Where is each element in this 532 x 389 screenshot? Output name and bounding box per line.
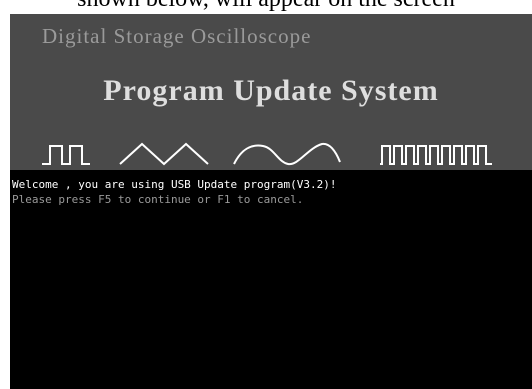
instruction-message: Please press F5 to continue or F1 to can…	[12, 193, 304, 206]
waveform-banner	[42, 142, 492, 166]
screen-header: Digital Storage Oscilloscope Program Upd…	[10, 14, 532, 170]
sine-wave-icon	[233, 142, 341, 166]
square-wave-icon	[42, 145, 90, 165]
oscilloscope-screen: Digital Storage Oscilloscope Program Upd…	[10, 14, 532, 389]
page: shown below, will appear on the screen D…	[0, 0, 532, 389]
console-output: Welcome , you are using USB Update progr…	[12, 177, 528, 207]
triangle-wave-icon	[119, 142, 209, 166]
pulse-train-icon	[380, 145, 492, 165]
welcome-message: Welcome , you are using USB Update progr…	[12, 178, 337, 191]
document-caption: shown below, will appear on the screen	[0, 0, 532, 14]
device-subtitle: Digital Storage Oscilloscope	[42, 24, 312, 48]
program-title: Program Update System	[103, 74, 439, 107]
